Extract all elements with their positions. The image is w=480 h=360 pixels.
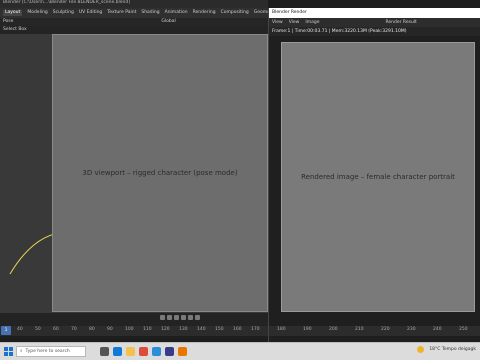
tab-uv-editing[interactable]: UV Editing <box>79 10 102 16</box>
frame-tick: 50 <box>35 327 41 332</box>
viewport-header: Pose Global <box>0 18 268 26</box>
frame-tick: 70 <box>71 327 77 332</box>
menu-image[interactable]: Image <box>305 20 319 26</box>
frame-tick: 220 <box>381 327 390 332</box>
current-frame-indicator[interactable]: 1 <box>1 326 11 335</box>
mail-icon[interactable] <box>152 347 161 356</box>
frame-tick: 90 <box>107 327 113 332</box>
store-icon[interactable] <box>165 347 174 356</box>
render-window-title: Blender Render <box>272 10 307 15</box>
render-frame-ruler: 180 190 200 210 220 230 240 250 <box>269 326 480 336</box>
search-placeholder: Type here to search <box>25 348 70 354</box>
orientation-dropdown[interactable]: Global <box>161 19 175 25</box>
tab-animation[interactable]: Animation <box>165 10 188 16</box>
frame-tick: 160 <box>233 327 242 332</box>
play-icon[interactable] <box>181 315 186 320</box>
frame-tick: 80 <box>89 327 95 332</box>
play-reverse-icon[interactable] <box>174 315 179 320</box>
jump-start-icon[interactable] <box>160 315 165 320</box>
chrome-icon[interactable] <box>139 347 148 356</box>
render-window: Blender Render View View Image Render Re… <box>268 8 480 342</box>
jump-end-icon[interactable] <box>195 315 200 320</box>
edge-icon[interactable] <box>113 347 122 356</box>
frame-tick: 200 <box>329 327 338 332</box>
tab-layout[interactable]: Layout <box>3 10 23 16</box>
mode-dropdown[interactable]: Pose <box>3 19 13 25</box>
frame-tick: 110 <box>143 327 152 332</box>
render-title-bar: Blender Render <box>269 8 480 18</box>
3d-viewport[interactable]: 3D viewport – rigged character (pose mod… <box>0 34 268 312</box>
frame-tick: 190 <box>303 327 312 332</box>
tab-sculpting[interactable]: Sculpting <box>53 10 74 16</box>
frame-ruler[interactable]: 1 40 50 60 70 80 90 100 110 120 130 140 … <box>0 326 268 336</box>
playback-controls <box>160 315 200 320</box>
tab-texture-paint[interactable]: Texture Paint <box>107 10 136 16</box>
workspace-tabs: Layout Modeling Sculpting UV Editing Tex… <box>0 8 317 18</box>
prev-keyframe-icon[interactable] <box>167 315 172 320</box>
frame-tick: 120 <box>161 327 170 332</box>
frame-tick: 100 <box>125 327 134 332</box>
search-icon: ⌕ <box>20 348 23 354</box>
frame-tick: 140 <box>197 327 206 332</box>
task-view-icon[interactable] <box>100 347 109 356</box>
blender-title-bar: Blender [C:\Users\...\Blender File BLEND… <box>0 0 268 8</box>
taskbar-search-input[interactable]: ⌕ Type here to search <box>16 346 86 357</box>
blender-window-title: Blender [C:\Users\...\Blender File BLEND… <box>3 0 131 5</box>
frame-tick: 170 <box>251 327 260 332</box>
select-box-dropdown[interactable]: Select Box <box>3 27 27 33</box>
frame-tick: 230 <box>407 327 416 332</box>
weather-text[interactable]: 18°C Tempo deigagk <box>429 347 476 353</box>
blender-icon[interactable] <box>178 347 187 356</box>
tab-shading[interactable]: Shading <box>141 10 159 16</box>
tab-modeling[interactable]: Modeling <box>27 10 47 16</box>
frame-tick: 60 <box>53 327 59 332</box>
frame-tick: 180 <box>277 327 286 332</box>
timeline-header <box>0 312 268 327</box>
file-explorer-icon[interactable] <box>126 347 135 356</box>
tool-header: Select Box <box>0 26 268 34</box>
image-editor-header: View View Image Render Result <box>269 18 480 27</box>
windows-start-icon[interactable] <box>4 347 13 356</box>
menu-view[interactable]: View <box>272 20 283 26</box>
tab-rendering[interactable]: Rendering <box>193 10 216 16</box>
viewport-render-placeholder: 3D viewport – rigged character (pose mod… <box>52 34 268 312</box>
system-tray: 18°C Tempo deigagk <box>417 346 476 353</box>
render-image-placeholder: Rendered image – female character portra… <box>281 42 475 312</box>
windows-taskbar: ⌕ Type here to search 18°C Tempo deigagk <box>0 342 480 360</box>
next-keyframe-icon[interactable] <box>188 315 193 320</box>
frame-tick: 150 <box>215 327 224 332</box>
frame-tick: 130 <box>179 327 188 332</box>
menu-view-2[interactable]: View <box>289 20 300 26</box>
render-stats: Frame:1 | Time:00:03.71 | Mem:3220.13M (… <box>269 27 480 36</box>
pinned-apps <box>100 347 187 356</box>
frame-tick: 40 <box>17 327 23 332</box>
frame-tick: 250 <box>459 327 468 332</box>
weather-icon[interactable] <box>417 346 425 353</box>
tab-compositing[interactable]: Compositing <box>221 10 249 16</box>
frame-tick: 210 <box>355 327 364 332</box>
frame-tick: 240 <box>433 327 442 332</box>
render-slot-dropdown[interactable]: Render Result <box>385 20 416 26</box>
